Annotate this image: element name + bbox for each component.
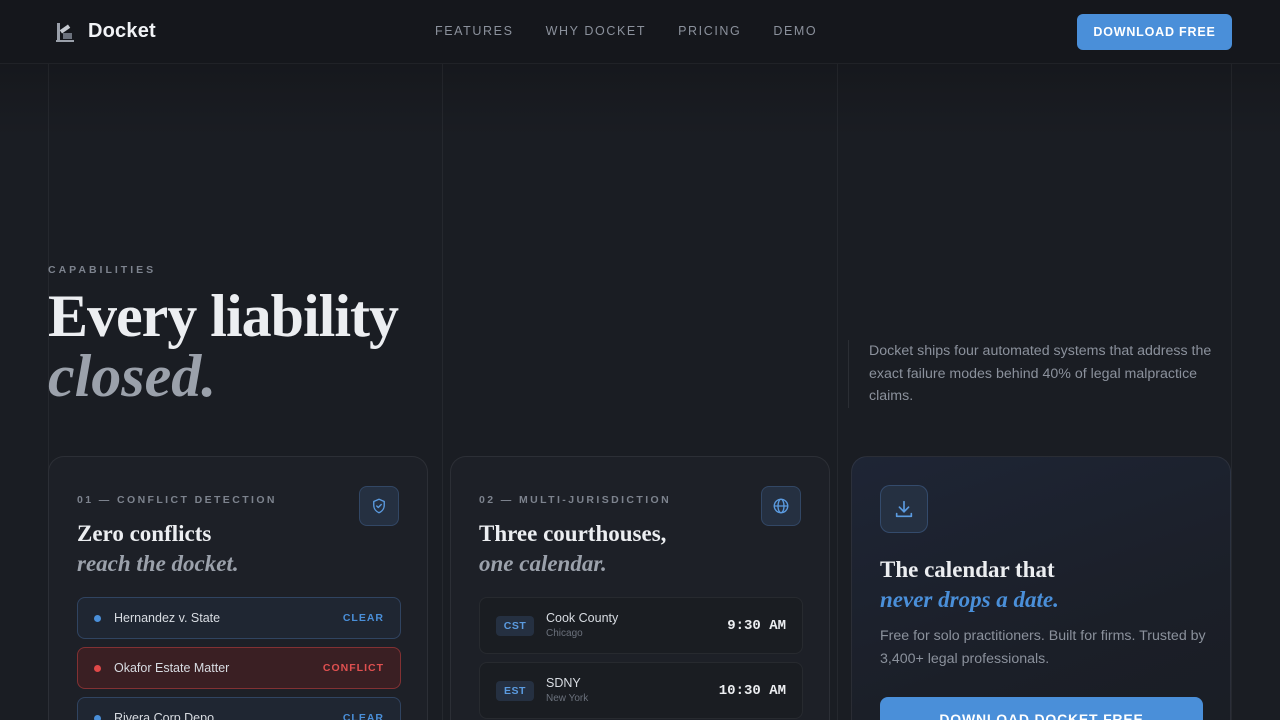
- download-free-button[interactable]: DOWNLOAD FREE: [1077, 14, 1232, 50]
- title-main: Every liability: [48, 283, 399, 349]
- court-name: Cook County: [546, 611, 619, 625]
- nav-link-demo[interactable]: DEMO: [773, 24, 817, 38]
- timezone-badge: CST: [496, 615, 534, 636]
- nav-link-features[interactable]: FEATURES: [435, 24, 514, 38]
- nav-link-why-docket[interactable]: WHY DOCKET: [546, 24, 647, 38]
- status-dot: [94, 664, 101, 672]
- card-title-emphasis: reach the docket.: [77, 551, 239, 576]
- matter-item[interactable]: Hernandez v. State CLEAR: [77, 597, 401, 639]
- card-eyebrow: 02 — MULTI-JURISDICTION: [479, 494, 672, 506]
- cta-title-emphasis: never drops a date.: [880, 587, 1059, 612]
- court-info: Cook County Chicago: [546, 610, 727, 641]
- top-navigation: Docket FEATURES WHY DOCKET PRICING DEMO …: [0, 0, 1280, 64]
- court-info: SDNY New York: [546, 675, 719, 706]
- card-eyebrow: 01 — CONFLICT DETECTION: [77, 494, 277, 506]
- conflict-detection-card: 01 — CONFLICT DETECTION Zero conflicts r…: [48, 456, 428, 720]
- page-title: Every liability closed.: [48, 283, 399, 409]
- hero-top-band: [0, 64, 1280, 136]
- card-title: Zero conflicts reach the docket.: [77, 519, 239, 579]
- court-time: 10:30 AM: [718, 682, 786, 699]
- status-badge: CLEAR: [342, 612, 384, 624]
- card-title: Three courthouses, one calendar.: [479, 519, 666, 579]
- card-title-main: Zero conflicts: [77, 521, 212, 546]
- matter-name: Okafor Estate Matter: [114, 661, 230, 675]
- cta-title-main: The calendar that: [880, 557, 1055, 582]
- status-dot: [94, 714, 101, 720]
- card-title-emphasis: one calendar.: [479, 551, 607, 576]
- matter-name: Rivera Corp Depo: [114, 711, 215, 720]
- globe-icon: [761, 486, 801, 526]
- status-dot: [94, 614, 101, 622]
- nav-link-pricing[interactable]: PRICING: [678, 24, 741, 38]
- status-badge: CLEAR: [342, 712, 384, 720]
- court-name: SDNY: [546, 676, 581, 690]
- cta-title: The calendar that never drops a date.: [880, 555, 1059, 615]
- shield-check-icon: [359, 486, 399, 526]
- grid-line: [442, 64, 443, 720]
- grid-line: [1231, 64, 1232, 720]
- matter-name: Hernandez v. State: [114, 611, 221, 625]
- court-city: New York: [546, 693, 589, 704]
- multi-jurisdiction-card: 02 — MULTI-JURISDICTION Three courthouse…: [450, 456, 830, 720]
- court-item[interactable]: CST Cook County Chicago 9:30 AM: [479, 597, 803, 654]
- download-icon: [880, 485, 928, 533]
- title-emphasis: closed.: [48, 343, 217, 409]
- status-badge: CONFLICT: [322, 662, 384, 674]
- timezone-badge: EST: [496, 680, 534, 701]
- nav-links: FEATURES WHY DOCKET PRICING DEMO: [435, 24, 817, 38]
- court-item[interactable]: EST SDNY New York 10:30 AM: [479, 662, 803, 719]
- download-cta-card: The calendar that never drops a date. Fr…: [851, 456, 1231, 720]
- court-list: CST Cook County Chicago 9:30 AM EST SDNY…: [479, 597, 803, 720]
- matter-list: Hernandez v. State CLEAR Okafor Estate M…: [77, 597, 401, 720]
- hero-description: Docket ships four automated systems that…: [848, 340, 1218, 408]
- matter-item[interactable]: Okafor Estate Matter CONFLICT: [77, 647, 401, 689]
- gavel-logo-icon: [56, 22, 74, 42]
- court-city: Chicago: [546, 628, 583, 639]
- matter-item[interactable]: Rivera Corp Depo CLEAR: [77, 697, 401, 720]
- brand[interactable]: Docket: [54, 20, 156, 43]
- court-time: 9:30 AM: [727, 617, 786, 634]
- card-title-main: Three courthouses,: [479, 521, 667, 546]
- cta-description: Free for solo practitioners. Built for f…: [880, 628, 1206, 667]
- grid-line: [837, 64, 838, 720]
- download-docket-free-button[interactable]: DOWNLOAD DOCKET FREE: [880, 697, 1203, 720]
- section-eyebrow: CAPABILITIES: [48, 264, 157, 276]
- brand-name: Docket: [88, 20, 156, 42]
